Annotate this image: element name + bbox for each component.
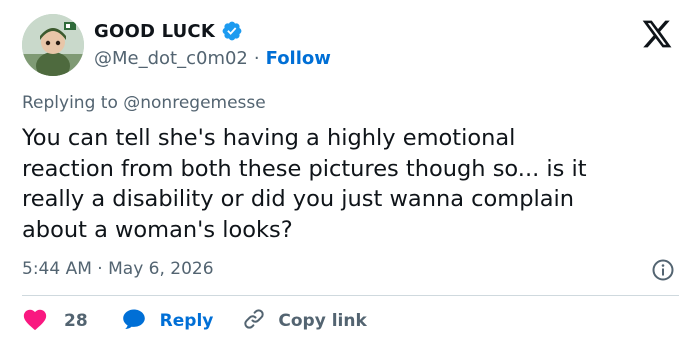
- author-handle-row: @Me_dot_c0m02 · Follow: [94, 48, 331, 69]
- verified-badge-icon: [221, 20, 243, 42]
- author-handle[interactable]: @Me_dot_c0m02: [94, 48, 248, 69]
- info-icon[interactable]: [651, 258, 675, 282]
- tweet-time: 5:44 AM: [22, 259, 92, 279]
- reply-button[interactable]: Reply: [122, 308, 214, 335]
- action-bar: 28 Reply Copy link: [22, 308, 367, 334]
- replying-to-handle[interactable]: @nonregemesse: [123, 93, 265, 113]
- heart-icon: [22, 307, 48, 336]
- like-button[interactable]: 28: [22, 307, 88, 336]
- copy-link-label: Copy link: [278, 311, 367, 331]
- avatar[interactable]: [22, 14, 84, 76]
- author-name-row: GOOD LUCK: [94, 20, 243, 42]
- x-logo-icon[interactable]: [641, 19, 673, 49]
- avatar-image: [22, 14, 84, 76]
- author-display-name[interactable]: GOOD LUCK: [94, 21, 215, 42]
- tweet-date: May 6, 2026: [108, 259, 214, 279]
- copy-link-button[interactable]: Copy link: [242, 307, 367, 336]
- reply-bubble-icon: [122, 308, 146, 335]
- timestamp-separator: ·: [97, 259, 103, 279]
- replying-to-line: Replying to @nonregemesse: [22, 93, 266, 113]
- divider: [22, 295, 679, 296]
- reply-label: Reply: [159, 311, 214, 331]
- link-icon: [242, 307, 266, 336]
- replying-to-prefix: Replying to: [22, 93, 118, 113]
- handle-separator: ·: [253, 48, 260, 69]
- tweet-text: You can tell she's having a highly emoti…: [22, 125, 587, 243]
- like-count: 28: [64, 311, 88, 331]
- tweet-timestamp[interactable]: 5:44 AM · May 6, 2026: [22, 259, 214, 279]
- follow-button[interactable]: Follow: [266, 48, 331, 69]
